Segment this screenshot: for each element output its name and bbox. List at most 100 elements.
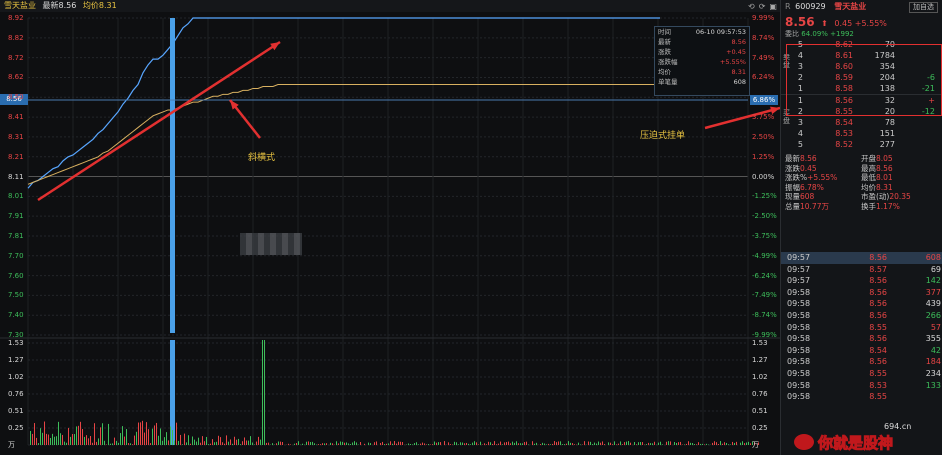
tick-row[interactable]: 09:58 8.56 355: [781, 333, 942, 345]
volume-bar: [368, 442, 369, 445]
volume-bar: [458, 444, 459, 445]
volume-bar: [138, 422, 139, 445]
volume-bar: [476, 442, 477, 445]
tick-row[interactable]: 09:58 8.56 439: [781, 298, 942, 310]
volume-bar: [80, 421, 81, 445]
volume-bar: [730, 444, 731, 445]
volume-bar: [230, 439, 231, 445]
tick-list[interactable]: 09:57 8.56 608 09:57 8.57 69 09:57 8.56 142 09:58…: [781, 252, 942, 403]
tick-row[interactable]: 09:58 8.53 133: [781, 380, 942, 392]
tick-row[interactable]: 09:58 8.54 42: [781, 345, 942, 357]
volume-bar: [364, 443, 365, 445]
percent-tick-label: -7.49%: [752, 291, 777, 300]
volume-bar: [514, 442, 515, 445]
volume-bar: [66, 442, 67, 445]
volume-bar: [554, 441, 555, 445]
price-tick-label: 7.40: [8, 311, 24, 320]
volume-bar: [376, 441, 377, 445]
volume-bar: [326, 443, 327, 445]
volume-bar: [460, 442, 461, 445]
volume-bar: [526, 441, 527, 445]
volume-bar: [550, 444, 551, 445]
volume-bar: [142, 420, 143, 445]
volume-bar: [74, 434, 75, 445]
volume-bar: [336, 441, 337, 445]
tick-row[interactable]: 09:58 8.56 266: [781, 310, 942, 322]
intraday-chart[interactable]: 雪天盐业 最新8.56 均价8.31 ⟲⟳▣ 8.56 6.86% 时间 06-1…: [0, 0, 781, 455]
volume-bar: [714, 441, 715, 445]
volume-bar: [574, 444, 575, 445]
volume-bar: [110, 443, 111, 445]
volume-bar: [412, 444, 413, 445]
volume-bar: [250, 436, 251, 445]
volume-bar: [88, 438, 89, 445]
volume-bar: [696, 444, 697, 445]
volume-bar: [490, 442, 491, 445]
volume-bar: [518, 443, 519, 445]
tick-row[interactable]: 09:58 8.55 57: [781, 322, 942, 334]
volume-tick-label: 1.02: [8, 373, 24, 381]
volume-bar: [624, 442, 625, 445]
volume-bar: [642, 442, 643, 445]
volume-bar: [666, 441, 667, 445]
order-book-row[interactable]: 4 8.53 151: [781, 128, 942, 139]
tick-row[interactable]: 09:57 8.56 608: [781, 252, 942, 264]
volume-tick-label: 万: [752, 441, 759, 449]
volume-bar: [236, 439, 237, 445]
volume-bar: [380, 442, 381, 445]
up-arrow-icon: ⬆: [821, 19, 828, 28]
volume-bar: [212, 439, 213, 445]
volume-bar: [30, 430, 31, 445]
volume-bar: [178, 440, 179, 445]
tick-row[interactable]: 09:58 8.55 234: [781, 368, 942, 380]
volume-bar: [690, 442, 691, 445]
volume-bar: [598, 441, 599, 445]
volume-bar: [256, 441, 257, 445]
volume-bar: [294, 443, 295, 445]
volume-bar: [314, 443, 315, 445]
tick-row[interactable]: 09:58 8.56 184: [781, 356, 942, 368]
volume-bar: [192, 436, 193, 445]
volume-bar: [462, 442, 463, 445]
volume-bar: [634, 441, 635, 445]
price-line: [27, 17, 660, 189]
tick-row[interactable]: 09:57 8.56 142: [781, 275, 942, 287]
order-book-row[interactable]: 5 8.52 277: [781, 139, 942, 150]
volume-bar: [608, 442, 609, 445]
volume-bar: [44, 421, 45, 445]
volume-bar: [318, 444, 319, 445]
volume-bar: [466, 442, 467, 445]
volume-bar: [728, 444, 729, 445]
volume-bar: [704, 444, 705, 445]
volume-bar: [448, 442, 449, 445]
volume-bar: [262, 340, 263, 445]
volume-bar: [126, 429, 127, 445]
volume-bar: [62, 434, 63, 445]
volume-bar: [416, 442, 417, 445]
volume-bar: [302, 443, 303, 445]
volume-bar: [374, 442, 375, 445]
volume-bar: [572, 443, 573, 445]
price-quote: 8.56 ⬆ 0.45 +5.55%: [781, 14, 942, 30]
order-book-row[interactable]: 3 8.54 78: [781, 117, 942, 128]
tick-row[interactable]: 09:58 8.56 377: [781, 287, 942, 299]
slope-annotation: 斜横式: [248, 153, 276, 163]
volume-bar: [604, 444, 605, 445]
add-watchlist-button[interactable]: 加自选: [909, 2, 938, 13]
volume-bar: [622, 444, 623, 445]
tick-row[interactable]: 09:58 8.55: [781, 391, 942, 403]
volume-bar: [278, 441, 279, 445]
volume-bar: [570, 442, 571, 445]
volume-bar: [312, 441, 313, 445]
tick-row[interactable]: 09:57 8.57 69: [781, 264, 942, 276]
volume-bar: [322, 443, 323, 445]
volume-bar: [474, 441, 475, 445]
volume-bar: [626, 441, 627, 445]
volume-bar: [712, 442, 713, 445]
stats-block: 最新8.56 开盘8.05 涨跌0.45 最高8.56 涨跌%+5.55% 最低8.01 振…: [781, 154, 942, 211]
volume-tick-label: 1.27: [8, 356, 24, 364]
volume-bar: [356, 442, 357, 445]
volume-tick-label: 1.53: [752, 339, 768, 347]
logo-icon: [794, 434, 814, 450]
volume-bar: [242, 441, 243, 445]
